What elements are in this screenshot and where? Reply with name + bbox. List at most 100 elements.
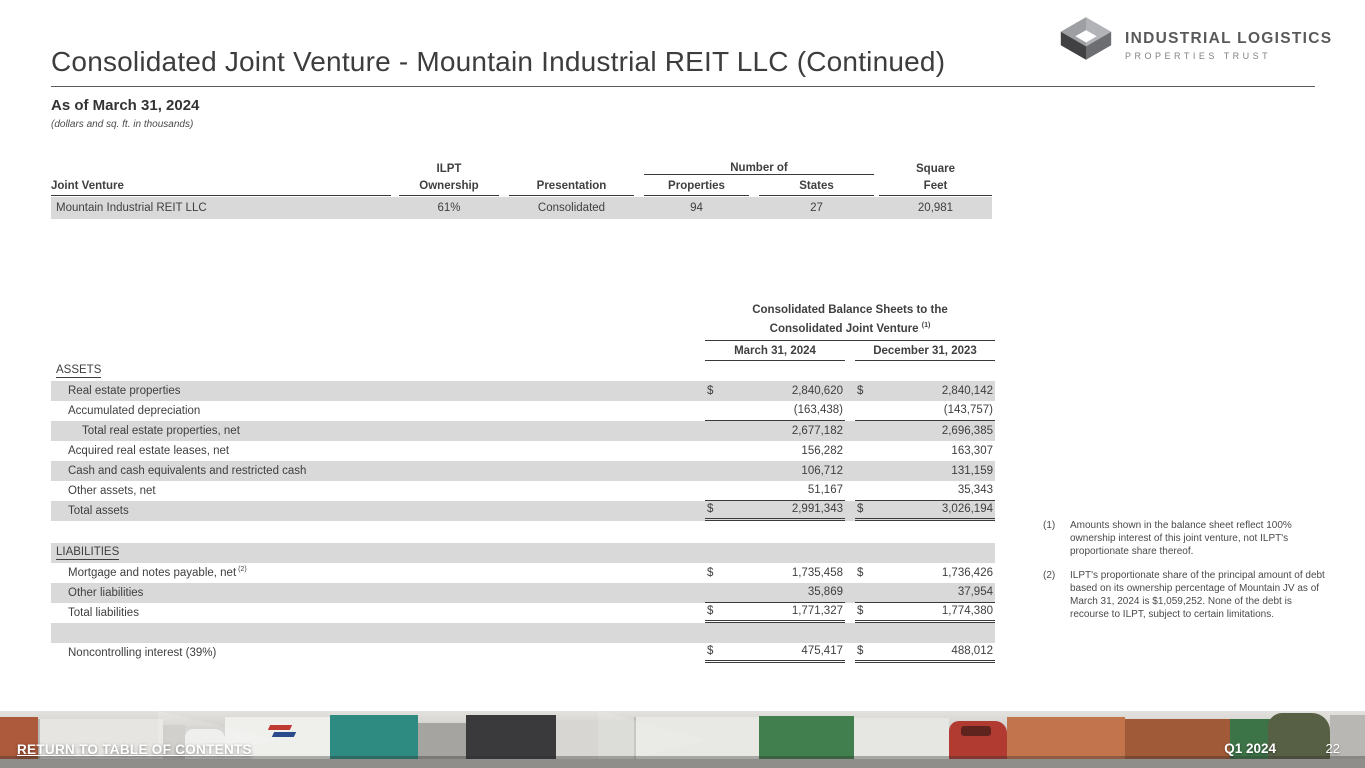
row-value-current: 156,282 [705, 441, 845, 461]
row-value-prior [855, 361, 995, 381]
jv-presentation: Consolidated [509, 202, 634, 214]
row-value-current [705, 543, 845, 563]
bs-title-line2: Consolidated Joint Venture (1) [705, 318, 995, 337]
jv-data-row: Mountain Industrial REIT LLC 61% Consoli… [51, 197, 992, 219]
row-value-prior: 35,343 [855, 481, 995, 501]
jv-header-row: Joint Venture Ownership Presentation Pro… [51, 175, 992, 196]
row-label: Acquired real estate leases, net [51, 445, 705, 457]
balance-sheet-row: Noncontrolling interest (39%) $475,417 $… [51, 643, 995, 663]
jv-states: 27 [759, 202, 874, 214]
row-value-current [705, 623, 845, 643]
balance-sheet: Consolidated Balance Sheets to the Conso… [51, 302, 995, 663]
row-value-prior [855, 623, 995, 643]
balance-sheet-header: Consolidated Balance Sheets to the Conso… [705, 302, 995, 361]
quarter-label: Q1 2024 [1224, 741, 1276, 756]
row-label: Cash and cash equivalents and restricted… [51, 465, 705, 477]
logo-tagline: PROPERTIES TRUST [1125, 51, 1332, 61]
return-to-toc-link[interactable]: RETURN TO TABLE OF CONTENTS [17, 742, 252, 757]
photo-ground [0, 759, 1365, 768]
logo-name: INDUSTRIAL LOGISTICS [1125, 30, 1332, 48]
row-value-current: $2,840,620 [705, 381, 845, 401]
row-value-current: (163,438) [705, 401, 845, 421]
col-joint-venture: Joint Venture [51, 180, 391, 196]
footer-photo-strip: RETURN TO TABLE OF CONTENTS Q1 2024 22 [0, 711, 1365, 768]
balance-sheet-row: Cash and cash equivalents and restricted… [51, 461, 995, 481]
as-of-date: As of March 31, 2024 [51, 97, 199, 114]
col-ilpt: ILPT [399, 163, 499, 175]
container-gray [418, 723, 466, 759]
row-value-current: 51,167 [705, 481, 845, 501]
row-value-current: 35,869 [705, 583, 845, 603]
page-title: Consolidated Joint Venture - Mountain In… [51, 46, 1071, 78]
row-label: Real estate properties [51, 385, 705, 397]
row-value-prior: 37,954 [855, 583, 995, 603]
ilpt-cube-icon [1058, 16, 1114, 75]
container-dark [466, 715, 556, 759]
jv-header-top-row: ILPT Number of Square [51, 158, 992, 175]
container-orange-1 [1007, 717, 1125, 759]
balance-sheet-row: LIABILITIES [51, 543, 995, 563]
row-value-prior: $3,026,194 [855, 501, 995, 521]
jv-ownership: 61% [399, 202, 499, 214]
bs-title-line1: Consolidated Balance Sheets to the [705, 302, 995, 318]
balance-sheet-row: Total real estate properties, net 2,677,… [51, 421, 995, 441]
balance-sheet-row: Other liabilities 35,869 37,954 [51, 583, 995, 603]
row-value-prior [855, 543, 995, 563]
row-value-current: 106,712 [705, 461, 845, 481]
row-label: ASSETS [51, 364, 705, 378]
company-logo: INDUSTRIAL LOGISTICS PROPERTIES TRUST [1056, 16, 1334, 75]
footnote-number: (2) [1043, 569, 1070, 621]
trailer-white-3 [854, 718, 949, 759]
bs-col-current: March 31, 2024 [705, 341, 845, 361]
row-value-current: 2,677,182 [705, 421, 845, 441]
container-teal [330, 715, 418, 759]
col-states: States [759, 180, 874, 196]
row-value-current: $1,771,327 [705, 603, 845, 623]
jv-name: Mountain Industrial REIT LLC [51, 202, 391, 214]
row-value-prior: 2,696,385 [855, 421, 995, 441]
footnote: (2) ILPT's proportionate share of the pr… [1043, 569, 1327, 621]
container-green [759, 716, 854, 759]
row-label: LIABILITIES [51, 546, 705, 560]
balance-sheet-row: Total assets $2,991,343 $3,026,194 [51, 501, 995, 521]
units-note: (dollars and sq. ft. in thousands) [51, 119, 193, 130]
truck-red [949, 721, 1007, 759]
balance-sheet-row: Other assets, net 51,167 35,343 [51, 481, 995, 501]
page-number: 22 [1326, 741, 1340, 756]
col-square: Square [879, 163, 992, 175]
title-divider [51, 86, 1315, 87]
row-value-prior: (143,757) [855, 401, 995, 421]
row-value-current: $475,417 [705, 643, 845, 663]
row-value-prior: $1,736,426 [855, 563, 995, 583]
col-number-of: Number of [644, 162, 874, 175]
row-value-prior: 131,159 [855, 461, 995, 481]
footnote-text: ILPT's proportionate share of the princi… [1070, 569, 1327, 621]
bs-col-prior: December 31, 2023 [855, 341, 995, 361]
balance-sheet-row: ASSETS [51, 361, 995, 381]
row-label: Noncontrolling interest (39%) [51, 647, 705, 659]
row-value-prior: $488,012 [855, 643, 995, 663]
row-value-prior: $2,840,142 [855, 381, 995, 401]
row-label: Total liabilities [51, 607, 705, 619]
joint-venture-table: ILPT Number of Square Joint Venture Owne… [51, 158, 992, 219]
jv-properties: 94 [644, 202, 749, 214]
balance-sheet-row: Real estate properties $2,840,620 $2,840… [51, 381, 995, 401]
col-feet: Feet [879, 180, 992, 196]
balance-sheet-row: Total liabilities $1,771,327 $1,774,380 [51, 603, 995, 623]
footnote-number: (1) [1043, 519, 1070, 558]
row-value-current [705, 521, 845, 543]
row-value-prior: 163,307 [855, 441, 995, 461]
footnote: (1) Amounts shown in the balance sheet r… [1043, 519, 1327, 558]
row-label: Other assets, net [51, 485, 705, 497]
row-value-prior [855, 521, 995, 543]
col-properties: Properties [644, 180, 749, 196]
trees [1268, 713, 1330, 759]
footnotes: (1) Amounts shown in the balance sheet r… [1043, 519, 1327, 632]
row-label: Accumulated depreciation [51, 405, 705, 417]
balance-sheet-row: Accumulated depreciation (163,438) (143,… [51, 401, 995, 421]
col-presentation: Presentation [509, 180, 634, 196]
row-label: Other liabilities [51, 587, 705, 599]
balance-sheet-rows: ASSETS Real estate properties $2,840,620… [51, 361, 995, 663]
container-orange-2 [1125, 719, 1230, 759]
footnote-text: Amounts shown in the balance sheet refle… [1070, 519, 1327, 558]
